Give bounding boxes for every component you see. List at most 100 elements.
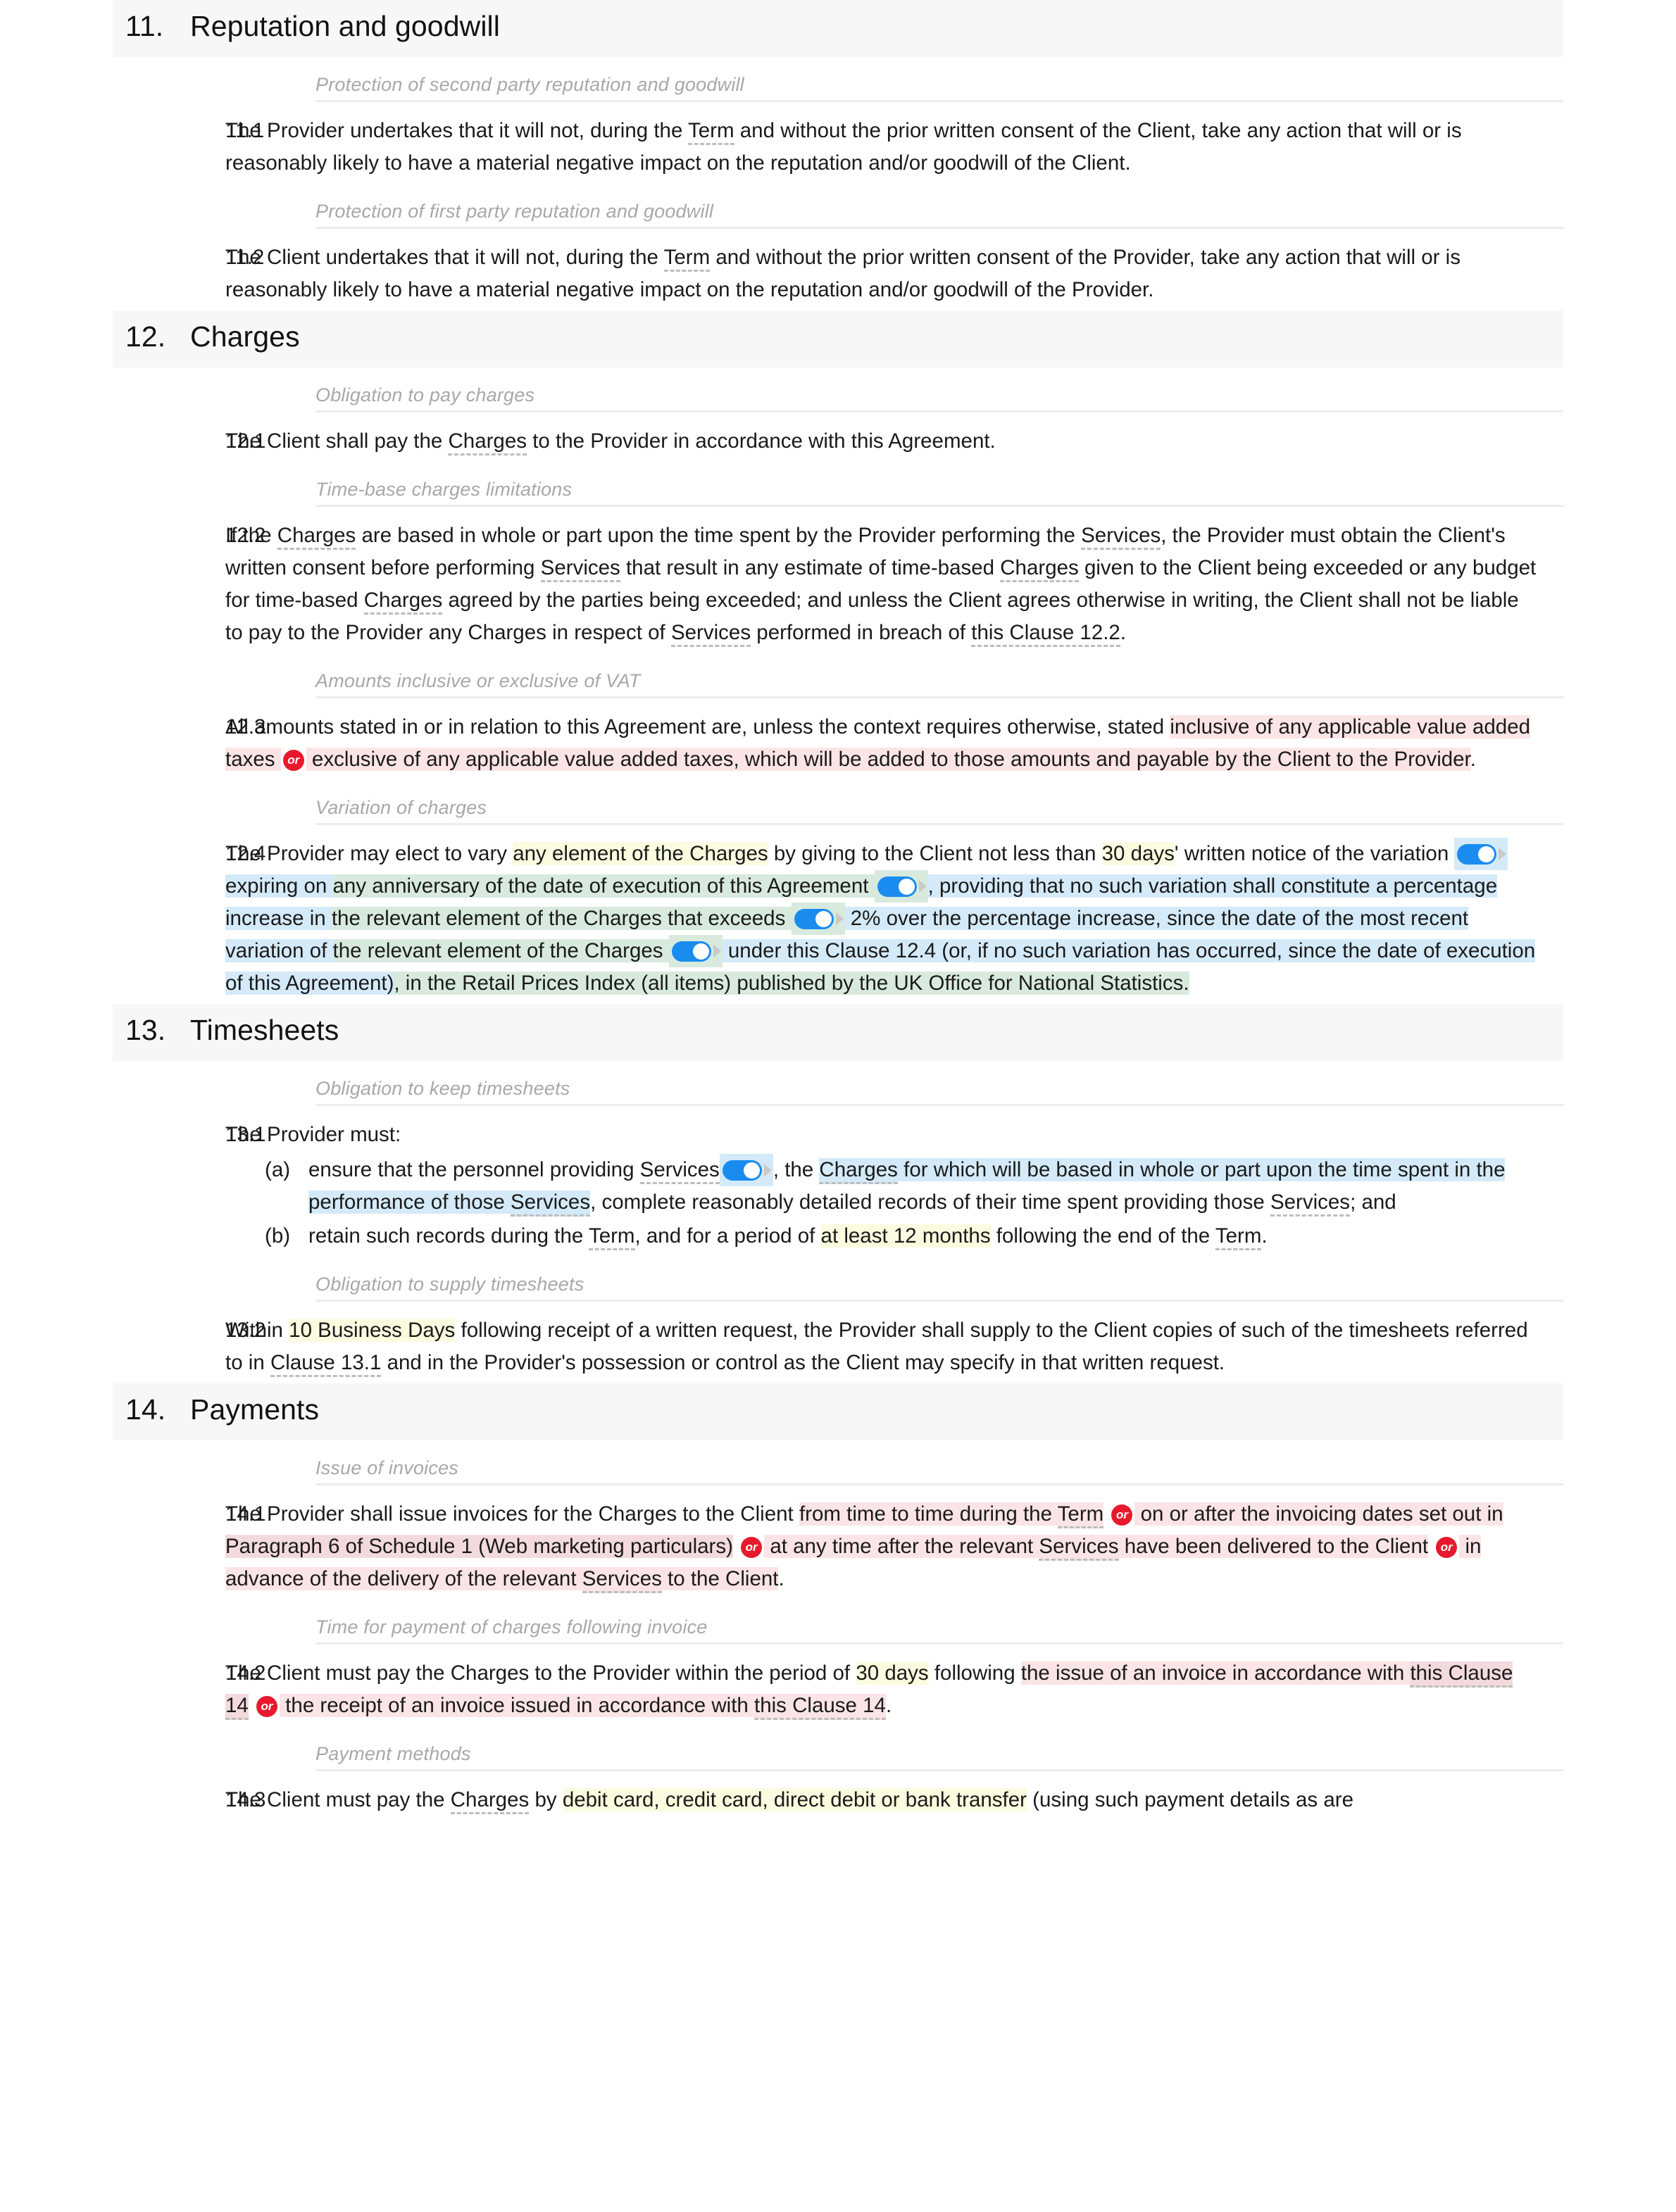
clause-row: 14.1 The Provider shall issue invoices fo… bbox=[113, 1485, 1563, 1600]
highlighted-text[interactable]: to the Client bbox=[661, 1567, 779, 1591]
clause-subheading: Obligation to supply timesheets bbox=[315, 1274, 584, 1295]
toggle-switch[interactable] bbox=[791, 903, 845, 936]
defined-term[interactable]: Services bbox=[670, 621, 751, 648]
defined-term[interactable]: Clause 13.1 bbox=[270, 1351, 382, 1378]
clause-text: . bbox=[885, 1694, 892, 1718]
toggle-switch-track[interactable] bbox=[794, 909, 834, 930]
clause-text: , the bbox=[773, 1158, 820, 1182]
defined-term[interactable]: Services bbox=[1039, 1535, 1119, 1561]
sublist-body: retain such records during the Term, and… bbox=[308, 1220, 1538, 1252]
or-badge-icon[interactable]: or bbox=[282, 750, 304, 772]
defined-term[interactable]: Term bbox=[663, 246, 711, 272]
clause-number: 14.2 bbox=[225, 1661, 266, 1685]
clause-text: performed in breach of bbox=[751, 621, 972, 645]
defined-term[interactable]: Services bbox=[582, 1567, 662, 1594]
clause-subheading: Protection of second party reputation an… bbox=[315, 74, 744, 95]
clause-row: 12.1 The Client shall pay the Charges to … bbox=[113, 413, 1563, 462]
toggle-switch[interactable] bbox=[1454, 838, 1508, 871]
clause-body: The Client must pay the Charges by debit… bbox=[225, 1784, 1563, 1816]
highlighted-text[interactable]: 2% over bbox=[844, 907, 927, 931]
clause-row: 14.2 The Client must pay the Charges to t… bbox=[113, 1645, 1563, 1726]
clause-text: to the Provider in accordance with this … bbox=[527, 429, 996, 453]
section-header: 14. Payments bbox=[113, 1383, 1563, 1441]
clause-body: The Client shall pay the Charges to the … bbox=[225, 425, 1563, 458]
defined-term[interactable]: this Clause 14 bbox=[754, 1694, 886, 1721]
highlighted-text[interactable]: any element of the Charges bbox=[513, 842, 768, 866]
defined-term[interactable]: Services bbox=[639, 1158, 720, 1185]
caret-right-icon bbox=[1499, 848, 1507, 861]
defined-term[interactable]: Term bbox=[588, 1224, 635, 1251]
highlighted-text[interactable]: expiring on bbox=[225, 874, 333, 898]
clause-sublist-item: (a) ensure that the personnel providing S… bbox=[225, 1154, 1538, 1219]
defined-term[interactable]: Services bbox=[1270, 1190, 1351, 1217]
or-badge-icon[interactable]: or bbox=[1436, 1537, 1458, 1559]
clause-text: by giving to the Client not less than bbox=[768, 842, 1102, 866]
or-badge-icon[interactable]: or bbox=[1111, 1504, 1133, 1526]
defined-term[interactable]: Charges bbox=[450, 1788, 530, 1815]
clause-row: 11.1 The Provider undertakes that it will… bbox=[113, 102, 1563, 184]
defined-term[interactable]: Term bbox=[1057, 1502, 1104, 1529]
toggle-switch[interactable] bbox=[719, 1154, 773, 1187]
or-badge-icon[interactable]: or bbox=[741, 1537, 763, 1559]
toggle-switch-track[interactable] bbox=[1457, 844, 1497, 865]
clause-number: 12.4 bbox=[225, 842, 266, 866]
defined-term[interactable]: Services bbox=[540, 556, 620, 583]
highlighted-text[interactable]: from time to time during the bbox=[799, 1502, 1058, 1526]
defined-term[interactable]: Charges bbox=[363, 589, 443, 615]
clause-text: Within bbox=[225, 1319, 289, 1343]
defined-term[interactable]: Charges bbox=[277, 524, 356, 551]
toggle-switch[interactable] bbox=[874, 870, 928, 903]
clause-text: , and for a period of bbox=[634, 1224, 821, 1248]
clause-text: . bbox=[1470, 748, 1476, 772]
highlighted-text[interactable]: the issue of an invoice in accordance wi… bbox=[1020, 1661, 1411, 1685]
clause-body: The Provider may elect to vary any eleme… bbox=[225, 838, 1563, 1000]
clause-text: (using such payment details as are bbox=[1026, 1788, 1354, 1812]
clause-text: and in the Provider's possession or cont… bbox=[381, 1351, 1225, 1375]
clause-body: If the Charges are based in whole or par… bbox=[225, 520, 1563, 649]
highlighted-text[interactable]: at any time after the relevant bbox=[764, 1535, 1039, 1559]
section-title: Timesheets bbox=[190, 1014, 339, 1047]
highlighted-text[interactable]: on or after the invoicing dates set out … bbox=[1134, 1502, 1503, 1526]
clause-text: . bbox=[1120, 621, 1127, 645]
highlighted-text[interactable]: exclusive of any applicable value added … bbox=[306, 748, 1470, 772]
highlighted-text[interactable]: have been delivered to the Client bbox=[1118, 1535, 1429, 1559]
defined-term[interactable]: Charges bbox=[1000, 556, 1079, 583]
clause-number: 13.2 bbox=[225, 1319, 266, 1343]
clause-text: . bbox=[778, 1567, 784, 1591]
toggle-switch-knob bbox=[743, 1162, 760, 1179]
highlighted-text[interactable]: 30 days bbox=[856, 1661, 929, 1685]
highlighted-text[interactable]: , in the Retail Prices Index (all items)… bbox=[394, 972, 1189, 995]
section-number: 13. bbox=[125, 1014, 166, 1047]
defined-term[interactable]: Charges bbox=[819, 1158, 898, 1185]
or-badge-icon[interactable]: or bbox=[256, 1696, 278, 1718]
highlighted-text[interactable]: the relevant element of the Charges bbox=[332, 939, 669, 963]
defined-term[interactable]: Services bbox=[1081, 524, 1161, 551]
highlighted-text[interactable]: the relevant element of the Charges that… bbox=[331, 907, 792, 931]
highlighted-text[interactable]: the receipt of an invoice issued in acco… bbox=[280, 1694, 754, 1718]
clause-text bbox=[1103, 1502, 1109, 1526]
clause-number: 14.1 bbox=[225, 1502, 266, 1526]
sublist-label: (b) bbox=[265, 1224, 291, 1248]
clause-text: following bbox=[928, 1661, 1021, 1685]
toggle-switch-track[interactable] bbox=[877, 876, 917, 898]
highlighted-text[interactable]: at least 12 months bbox=[820, 1224, 991, 1248]
defined-term[interactable]: Term bbox=[1215, 1224, 1262, 1251]
highlighted-text[interactable]: 10 Business Days bbox=[289, 1319, 456, 1343]
toggle-switch-track[interactable] bbox=[722, 1160, 762, 1181]
highlighted-text[interactable]: debit card, credit card, direct debit or… bbox=[562, 1788, 1027, 1812]
highlighted-text[interactable]: under this Clause 12.4 bbox=[722, 939, 937, 963]
section-title: Reputation and goodwill bbox=[190, 10, 500, 42]
highlighted-text[interactable]: 30 days bbox=[1101, 842, 1175, 866]
clause-row: 13.2 Within 10 Business Days following re… bbox=[113, 1302, 1563, 1383]
highlighted-text[interactable]: any anniversary of the date of execution… bbox=[332, 874, 875, 898]
clause-number: 11.2 bbox=[225, 246, 265, 270]
clause-subheading: Time-base charges limitations bbox=[315, 479, 573, 501]
defined-term[interactable]: this Clause 12.2 bbox=[971, 621, 1120, 648]
clause-body: The Client must pay the Charges to the P… bbox=[225, 1657, 1563, 1722]
toggle-switch[interactable] bbox=[668, 935, 723, 968]
highlighted-text[interactable]: Paragraph 6 of Schedule 1 (Web marketing… bbox=[225, 1535, 733, 1559]
defined-term[interactable]: Services bbox=[510, 1190, 591, 1217]
defined-term[interactable]: Charges bbox=[448, 429, 527, 456]
defined-term[interactable]: Term bbox=[688, 119, 734, 145]
toggle-switch-track[interactable] bbox=[671, 941, 711, 962]
